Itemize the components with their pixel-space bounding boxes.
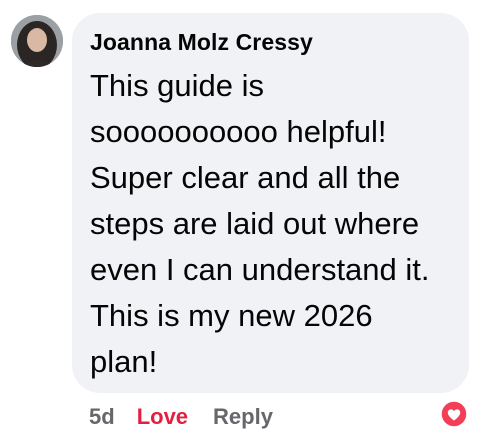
heart-reaction-icon[interactable] bbox=[440, 400, 468, 428]
reply-button[interactable]: Reply bbox=[213, 404, 273, 430]
love-reaction-button[interactable]: Love bbox=[137, 404, 188, 430]
comment-actions: 5d Love Reply bbox=[89, 402, 273, 432]
avatar[interactable] bbox=[11, 15, 63, 67]
comment-bubble: Joanna Molz Cressy This guide is soooooo… bbox=[72, 13, 469, 393]
comment-text: This guide is soooooooooo helpful! Super… bbox=[90, 68, 430, 379]
comment-author[interactable]: Joanna Molz Cressy bbox=[90, 29, 313, 56]
comment-timestamp[interactable]: 5d bbox=[89, 404, 115, 430]
profile-photo-icon bbox=[11, 15, 63, 67]
